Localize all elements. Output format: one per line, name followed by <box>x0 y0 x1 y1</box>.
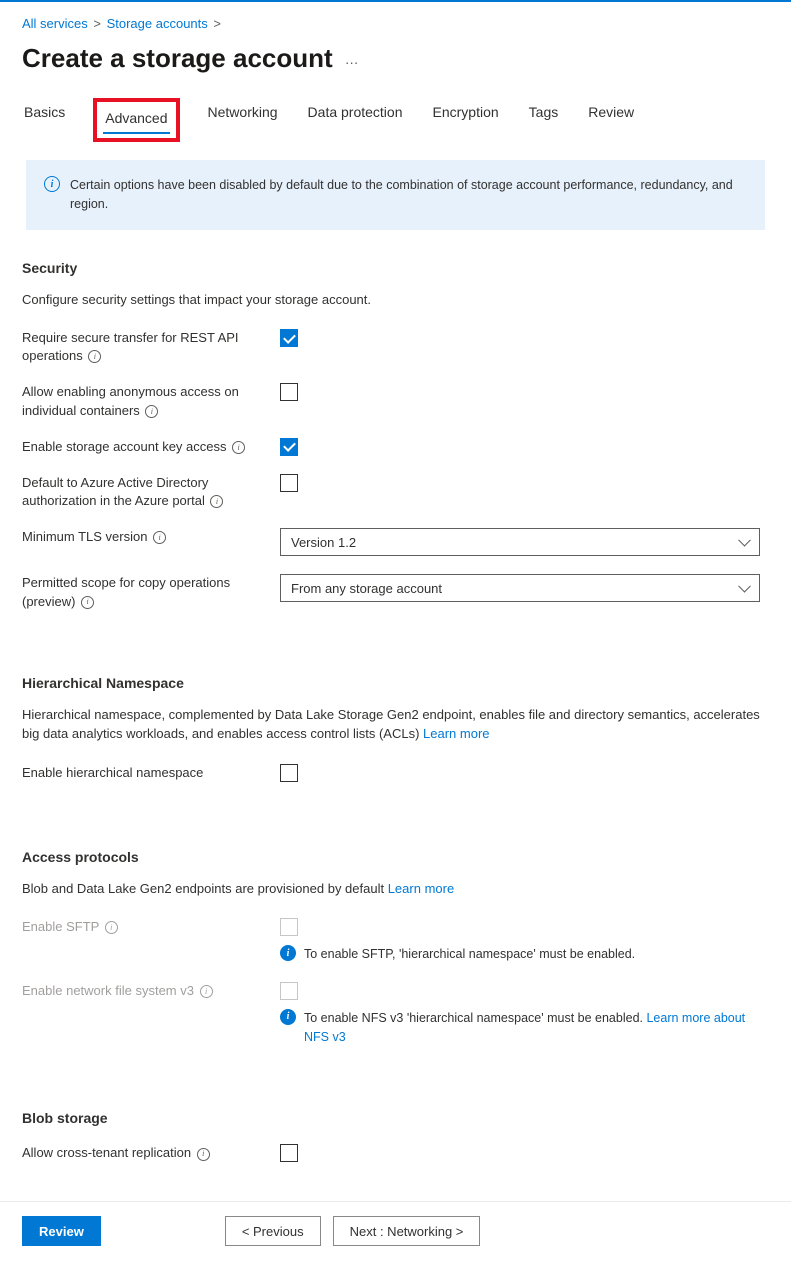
previous-button[interactable]: < Previous <box>225 1216 321 1246</box>
review-button[interactable]: Review <box>22 1216 101 1246</box>
hns-section-title: Hierarchical Namespace <box>22 675 769 691</box>
info-icon[interactable]: i <box>210 495 223 508</box>
info-icon[interactable]: i <box>105 921 118 934</box>
tabs: Basics Advanced Networking Data protecti… <box>22 98 769 142</box>
security-section-desc: Configure security settings that impact … <box>22 290 769 310</box>
info-icon[interactable]: i <box>197 1148 210 1161</box>
info-icon[interactable]: i <box>153 531 166 544</box>
info-icon[interactable]: i <box>232 441 245 454</box>
tab-networking[interactable]: Networking <box>206 98 280 142</box>
anon-access-checkbox[interactable] <box>280 383 298 401</box>
cross-tenant-checkbox[interactable] <box>280 1144 298 1162</box>
tab-tags[interactable]: Tags <box>527 98 561 142</box>
more-actions-icon[interactable]: … <box>345 51 361 67</box>
min-tls-label: Minimum TLS version i <box>22 528 280 546</box>
min-tls-select[interactable]: Version 1.2 <box>280 528 760 556</box>
chevron-right-icon: > <box>93 16 101 31</box>
tab-advanced[interactable]: Advanced <box>103 104 169 136</box>
tab-advanced-highlight: Advanced <box>93 98 179 142</box>
chevron-right-icon: > <box>213 16 221 31</box>
info-icon: i <box>280 945 296 961</box>
breadcrumb: All services > Storage accounts > <box>22 16 769 31</box>
info-banner-text: Certain options have been disabled by de… <box>70 176 747 214</box>
aad-auth-checkbox[interactable] <box>280 474 298 492</box>
tab-review[interactable]: Review <box>586 98 636 142</box>
security-section-title: Security <box>22 260 769 276</box>
key-access-label: Enable storage account key access i <box>22 438 280 456</box>
cross-tenant-label: Allow cross-tenant replication i <box>22 1144 280 1162</box>
tab-data-protection[interactable]: Data protection <box>306 98 405 142</box>
sftp-checkbox <box>280 918 298 936</box>
sftp-helper-text: To enable SFTP, 'hierarchical namespace'… <box>304 945 635 964</box>
copy-scope-label: Permitted scope for copy operations (pre… <box>22 574 280 610</box>
sftp-label: Enable SFTP i <box>22 918 280 936</box>
page-title: Create a storage account <box>22 43 333 74</box>
info-banner: i Certain options have been disabled by … <box>26 160 765 230</box>
next-button[interactable]: Next : Networking > <box>333 1216 481 1246</box>
tab-basics[interactable]: Basics <box>22 98 67 142</box>
protocols-section-desc: Blob and Data Lake Gen2 endpoints are pr… <box>22 879 769 899</box>
info-icon[interactable]: i <box>200 985 213 998</box>
info-icon[interactable]: i <box>88 350 101 363</box>
info-icon: i <box>44 176 60 192</box>
info-icon[interactable]: i <box>81 596 94 609</box>
blob-section-title: Blob storage <box>22 1110 769 1126</box>
copy-scope-select[interactable]: From any storage account <box>280 574 760 602</box>
footer: Review < Previous Next : Networking > <box>0 1202 791 1260</box>
breadcrumb-all-services[interactable]: All services <box>22 16 88 31</box>
info-icon[interactable]: i <box>145 405 158 418</box>
enable-hns-label: Enable hierarchical namespace <box>22 764 280 782</box>
protocols-learn-more-link[interactable]: Learn more <box>388 881 454 896</box>
protocols-section-title: Access protocols <box>22 849 769 865</box>
nfs-checkbox <box>280 982 298 1000</box>
key-access-checkbox[interactable] <box>280 438 298 456</box>
nfs-label: Enable network file system v3 i <box>22 982 280 1000</box>
anon-access-label: Allow enabling anonymous access on indiv… <box>22 383 280 419</box>
hns-learn-more-link[interactable]: Learn more <box>423 726 489 741</box>
aad-auth-label: Default to Azure Active Directory author… <box>22 474 280 510</box>
enable-hns-checkbox[interactable] <box>280 764 298 782</box>
hns-section-desc: Hierarchical namespace, complemented by … <box>22 705 769 744</box>
require-secure-label: Require secure transfer for REST API ope… <box>22 329 280 365</box>
require-secure-checkbox[interactable] <box>280 329 298 347</box>
info-icon: i <box>280 1009 296 1025</box>
nfs-helper-text: To enable NFS v3 'hierarchical namespace… <box>304 1009 769 1047</box>
breadcrumb-storage-accounts[interactable]: Storage accounts <box>107 16 208 31</box>
tab-encryption[interactable]: Encryption <box>431 98 501 142</box>
